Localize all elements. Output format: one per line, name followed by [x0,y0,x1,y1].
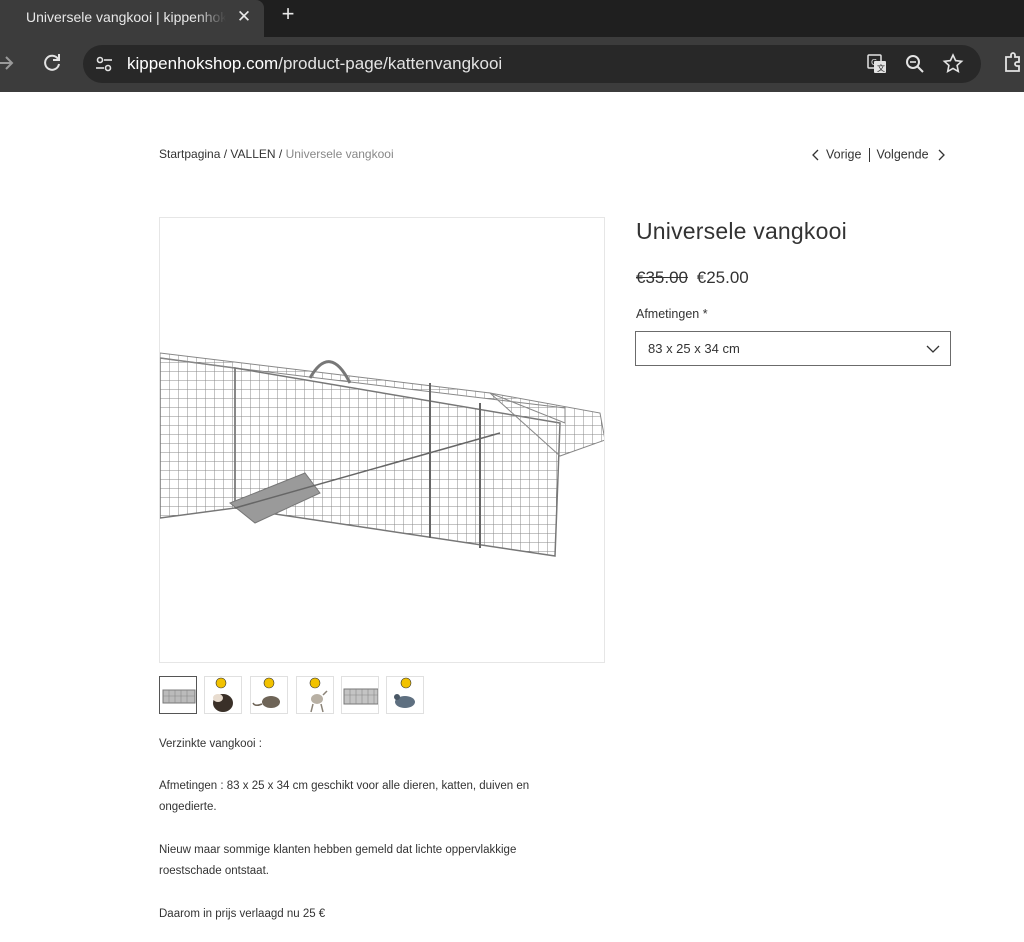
zoom-icon[interactable] [904,53,926,75]
description-paragraph: Daarom in prijs verlaagd nu 25 € [159,908,326,920]
prev-link[interactable]: Vorige [826,148,861,162]
browser-tab-bar: Universele vangkooi | kippenhokshop ✕ + [0,0,1024,37]
thumbnail-cage[interactable] [159,676,197,714]
thumbnail-cage-side[interactable] [341,676,379,714]
breadcrumb-category[interactable]: VALLEN [230,147,275,161]
pager-divider [869,147,871,162]
breadcrumb: Startpagina / VALLEN / Universele vangko… [159,147,394,161]
product-main-image[interactable] [159,217,605,663]
breadcrumb-separator: / [275,147,286,161]
size-select-value: 83 x 25 x 34 cm [648,341,740,356]
breadcrumb-current: Universele vangkooi [285,147,394,161]
chevron-left-icon [812,149,819,161]
next-link[interactable]: Volgende [876,148,928,162]
thumbnail-cat[interactable] [296,676,334,714]
breadcrumb-home[interactable]: Startpagina [159,147,220,161]
product-title: Universele vangkooi [636,218,847,244]
site-info-icon[interactable] [93,53,115,75]
product-pager: Vorige Volgende [812,147,945,165]
browser-toolbar: kippenhokshop.com/product-page/kattenvan… [0,37,1024,92]
new-tab-icon[interactable]: + [277,3,299,25]
bookmark-star-icon[interactable] [942,53,964,75]
forward-icon[interactable] [0,51,18,75]
breadcrumb-separator: / [220,147,231,161]
description-paragraph: Nieuw maar sommige klanten hebben gemeld… [159,844,517,877]
url-text: kippenhokshop.com/product-page/kattenvan… [127,54,502,74]
url-host: kippenhokshop.com [127,54,279,73]
thumbnail-pigeon[interactable] [386,676,424,714]
chevron-right-icon [938,149,945,161]
thumbnail-rat[interactable] [250,676,288,714]
description-paragraph: Verzinkte vangkooi : [159,738,262,750]
url-path: /product-page/kattenvangkooi [278,54,503,73]
cage-image [160,352,604,557]
chevron-down-icon [926,345,940,353]
old-price: €35.00 [636,268,688,287]
tab-title: Universele vangkooi | kippenhokshop [26,9,226,25]
thumbnail-ferret[interactable] [204,676,242,714]
address-bar[interactable]: kippenhokshop.com/product-page/kattenvan… [83,45,981,83]
browser-tab[interactable]: Universele vangkooi | kippenhokshop ✕ [0,0,264,37]
reload-icon[interactable] [40,51,64,75]
svg-text:文: 文 [877,63,885,73]
close-tab-icon[interactable]: ✕ [234,7,254,27]
current-price: €25.00 [696,268,749,287]
translate-icon[interactable]: G 文 [866,53,888,75]
size-select[interactable]: 83 x 25 x 34 cm [635,331,951,366]
option-label: Afmetingen * [636,307,708,321]
product-price: €35.00 €25.00 [636,268,749,288]
description-paragraph: Afmetingen : 83 x 25 x 34 cm geschikt vo… [159,780,530,813]
extensions-icon[interactable] [1000,51,1024,75]
